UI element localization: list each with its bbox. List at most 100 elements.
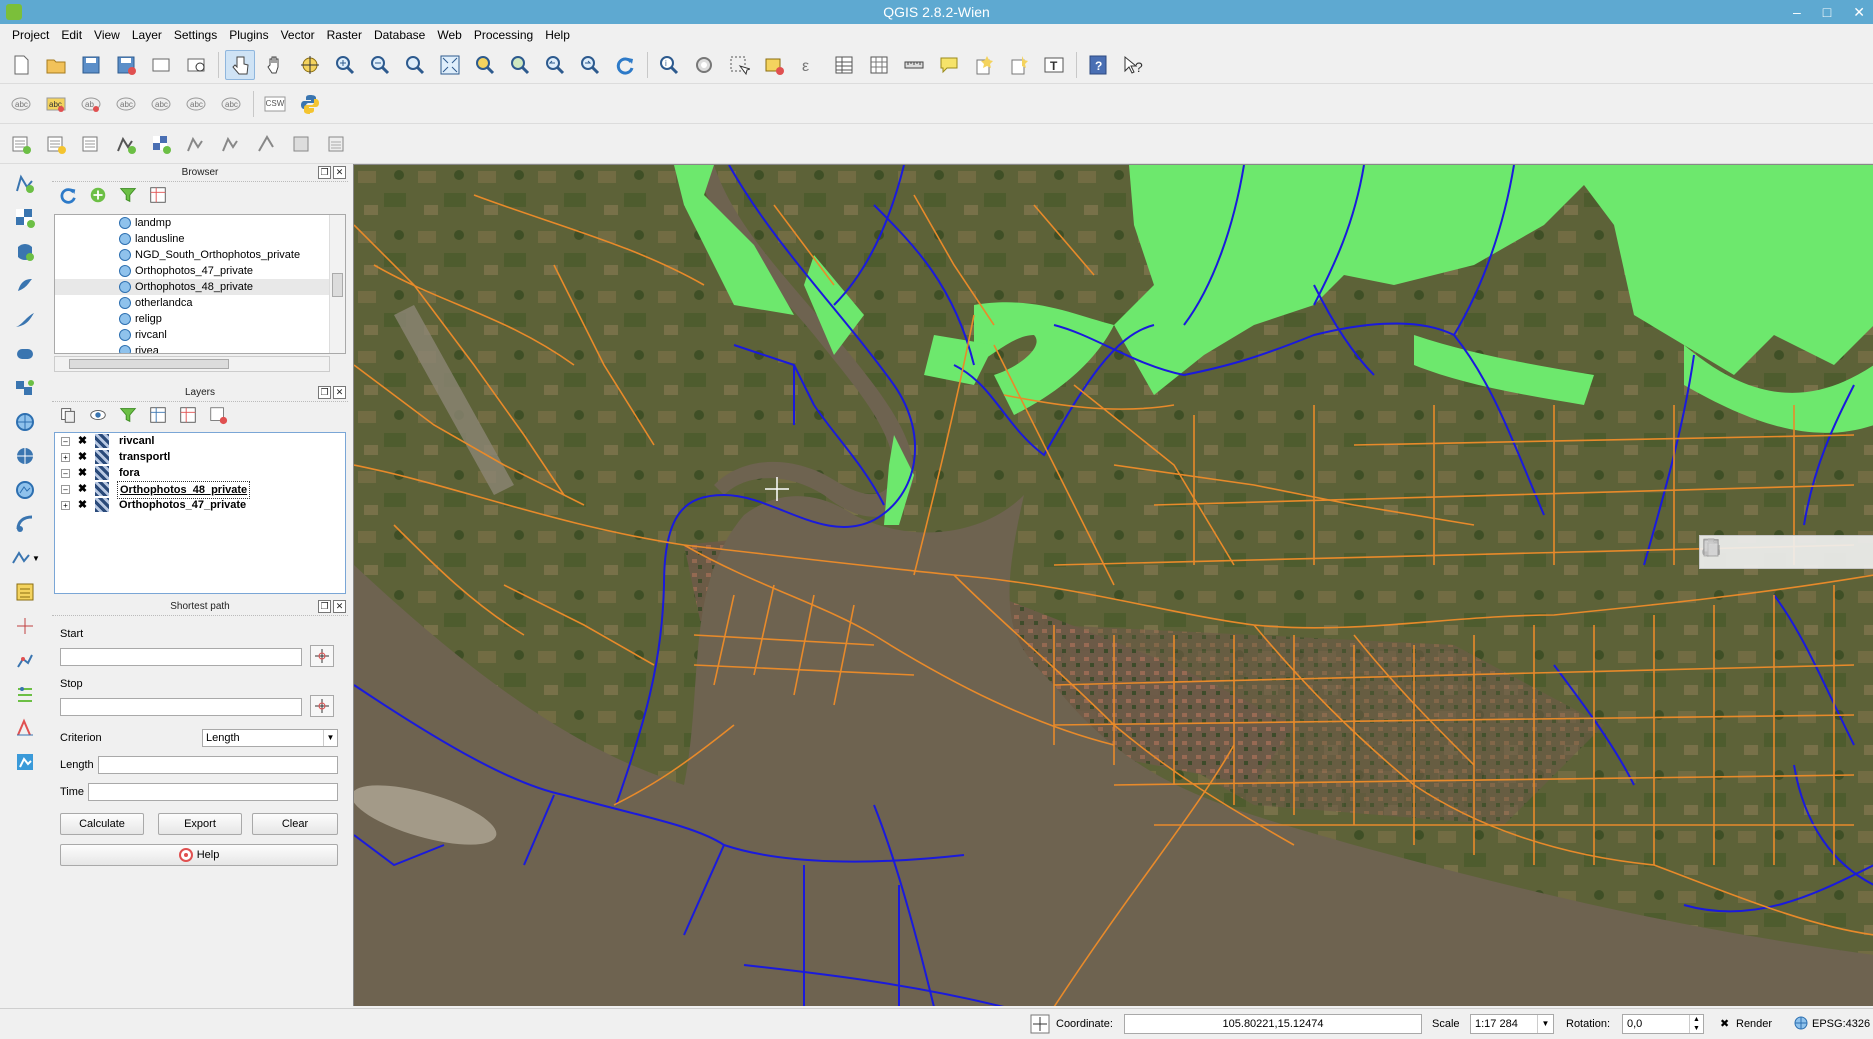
whats-this-icon[interactable]: ?	[1118, 50, 1148, 80]
add-vector-layer-side-icon[interactable]	[5, 168, 45, 200]
scale-combobox[interactable]: 1:17 284 ▼	[1470, 1014, 1554, 1034]
field-calculator-icon[interactable]: ε	[794, 50, 824, 80]
move-label-icon[interactable]: abc	[146, 89, 176, 119]
statistics-icon[interactable]	[864, 50, 894, 80]
move-feature-icon[interactable]	[1703, 540, 1872, 564]
close-panel-icon[interactable]: ✕	[333, 166, 346, 179]
rotate-label-icon[interactable]: abc	[181, 89, 211, 119]
visibility-checkbox[interactable]: ✖	[77, 484, 88, 495]
new-vector-layer-side-icon[interactable]: ▼	[5, 542, 45, 574]
expand-icon[interactable]: –	[61, 469, 70, 478]
browser-item[interactable]: Orthophotos_47_private	[55, 263, 345, 279]
clear-button[interactable]: Clear	[252, 813, 338, 835]
menu-project[interactable]: Project	[6, 24, 55, 46]
zoom-to-layer-icon[interactable]	[505, 50, 535, 80]
expand-icon[interactable]: +	[61, 453, 70, 462]
manage-visibility-icon[interactable]	[88, 405, 108, 425]
georeferencer-icon[interactable]	[5, 746, 45, 778]
capture-line-icon[interactable]	[5, 644, 45, 676]
add-postgis-layer-icon[interactable]	[181, 129, 211, 159]
pan-map-icon[interactable]	[260, 50, 290, 80]
show-hide-labels-icon[interactable]: abc	[111, 89, 141, 119]
menu-processing[interactable]: Processing	[468, 24, 539, 46]
zoom-next-icon[interactable]	[575, 50, 605, 80]
menu-help[interactable]: Help	[539, 24, 576, 46]
menu-edit[interactable]: Edit	[55, 24, 88, 46]
layers-tree[interactable]: – ✖ rivcanl + ✖ transportl – ✖ fora – ✖ Orthopho…	[54, 432, 346, 594]
close-panel-icon[interactable]: ✕	[333, 600, 346, 613]
browser-item[interactable]: rivea	[55, 343, 345, 353]
vertex-tool-icon[interactable]	[5, 712, 45, 744]
layer-item[interactable]: – ✖ rivcanl	[55, 433, 345, 449]
deselect-features-icon[interactable]	[759, 50, 789, 80]
coordinate-toggle-icon[interactable]	[1030, 1014, 1050, 1039]
menu-settings[interactable]: Settings	[168, 24, 223, 46]
zoom-native-icon[interactable]	[400, 50, 430, 80]
add-wms-side-icon[interactable]	[5, 406, 45, 438]
menu-raster[interactable]: Raster	[321, 24, 368, 46]
browser-item-selected[interactable]: Orthophotos_48_private	[55, 279, 345, 295]
add-feature-icon[interactable]	[1704, 540, 1838, 564]
float-panel-icon[interactable]: ❐	[318, 386, 331, 399]
pick-start-button[interactable]	[310, 645, 334, 667]
csw-button[interactable]: CSW	[260, 89, 290, 119]
measure-line-icon[interactable]	[899, 50, 929, 80]
maximize-icon[interactable]: □	[1823, 0, 1831, 24]
menu-vector[interactable]: Vector	[275, 24, 321, 46]
zoom-out-icon[interactable]	[365, 50, 395, 80]
browser-item[interactable]: rivcanl	[55, 327, 345, 343]
pan-to-selection-icon[interactable]	[295, 50, 325, 80]
add-wms-layer-icon[interactable]	[251, 129, 281, 159]
add-raster-layer-icon[interactable]	[146, 129, 176, 159]
browser-item[interactable]: landusline	[55, 231, 345, 247]
browser-horizontal-scrollbar[interactable]	[54, 356, 330, 372]
snapping-options-icon[interactable]	[5, 678, 45, 710]
zoom-in-icon[interactable]	[330, 50, 360, 80]
browser-item[interactable]: otherlandca	[55, 295, 345, 311]
add-wfs-side-icon[interactable]	[5, 474, 45, 506]
map-canvas[interactable]	[353, 164, 1873, 1006]
expand-icon[interactable]: –	[61, 485, 70, 494]
open-project-icon[interactable]	[41, 50, 71, 80]
visibility-checkbox[interactable]: ✖	[77, 500, 88, 511]
filter-icon[interactable]	[118, 185, 138, 205]
change-label-icon[interactable]: abc	[216, 89, 246, 119]
add-postgis-side-icon[interactable]	[5, 236, 45, 268]
add-virtual-layer-side-icon[interactable]	[5, 372, 45, 404]
scroll-thumb[interactable]	[69, 359, 229, 369]
new-project-icon[interactable]	[6, 50, 36, 80]
remove-layer-icon[interactable]	[208, 405, 228, 425]
pin-labels-icon[interactable]: abc	[41, 89, 71, 119]
menu-view[interactable]: View	[88, 24, 126, 46]
browser-tree[interactable]: landmp landusline NGD_South_Orthophotos_…	[54, 214, 346, 354]
expand-all-icon[interactable]	[148, 405, 168, 425]
render-checkbox[interactable]: ✖	[1720, 1016, 1729, 1032]
layer-item[interactable]: + ✖ Orthophotos_47_private	[55, 497, 345, 513]
browser-item[interactable]: NGD_South_Orthophotos_private	[55, 247, 345, 263]
calculate-button[interactable]: Calculate	[60, 813, 144, 835]
layer-item[interactable]: + ✖ transportl	[55, 449, 345, 465]
add-mssql-side-icon[interactable]	[5, 304, 45, 336]
help-contents-icon[interactable]: ?	[1083, 50, 1113, 80]
layer-labeling-icon[interactable]: abc	[6, 89, 36, 119]
new-shapefile-layer-icon[interactable]	[6, 129, 36, 159]
close-panel-icon[interactable]: ✕	[333, 386, 346, 399]
visibility-checkbox[interactable]: ✖	[77, 436, 88, 447]
save-project-icon[interactable]	[76, 50, 106, 80]
save-layer-edits-icon[interactable]	[1703, 539, 1804, 564]
text-annotation-icon[interactable]: T	[1039, 50, 1069, 80]
save-as-icon[interactable]	[111, 50, 141, 80]
map-tips-icon[interactable]	[934, 50, 964, 80]
refresh-icon[interactable]	[58, 185, 78, 205]
add-wcs-side-icon[interactable]	[5, 440, 45, 472]
zoom-full-icon[interactable]	[435, 50, 465, 80]
layer-item-selected[interactable]: – ✖ Orthophotos_48_private	[55, 481, 345, 499]
close-icon[interactable]: ✕	[1853, 0, 1865, 24]
menu-web[interactable]: Web	[431, 24, 467, 46]
visibility-checkbox[interactable]: ✖	[77, 468, 88, 479]
menu-database[interactable]: Database	[368, 24, 431, 46]
crs-globe-icon[interactable]	[1794, 1016, 1808, 1035]
expand-icon[interactable]: –	[61, 437, 70, 446]
add-vector-layer-icon[interactable]	[111, 129, 141, 159]
add-spatialite-layer-icon[interactable]	[216, 129, 246, 159]
